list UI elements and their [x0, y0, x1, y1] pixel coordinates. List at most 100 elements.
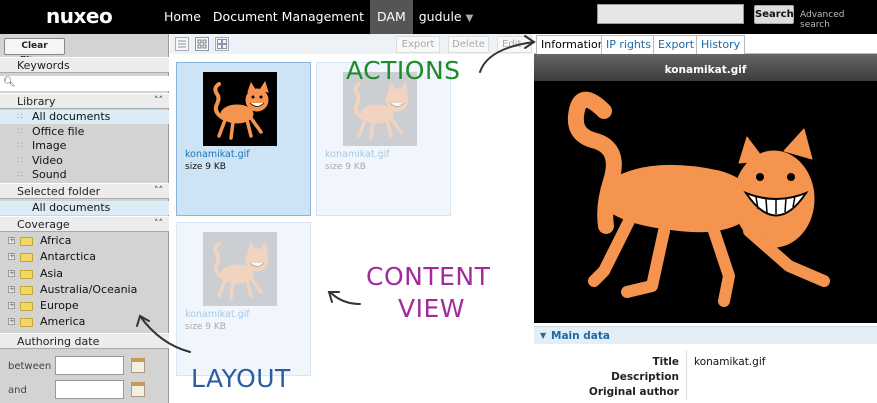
tab-information[interactable]: Information: [536, 35, 610, 54]
nav-document-management[interactable]: Document Management: [207, 0, 370, 34]
collapse-triangle-icon: ▼: [540, 331, 547, 340]
collapse-icon[interactable]: ˄˄: [154, 217, 163, 232]
actions-annotation: ACTIONS: [346, 56, 461, 85]
library-item-label: Image: [32, 139, 67, 152]
selected-folder-item-label: All documents: [32, 201, 111, 214]
nav-dam[interactable]: DAM: [370, 0, 413, 34]
selected-folder-all-documents[interactable]: All documents: [0, 201, 169, 215]
coverage-item-australia-oceania[interactable]: + Australia/Oceania: [0, 282, 169, 298]
between-label: between: [8, 361, 52, 372]
description-label: Description: [611, 371, 679, 383]
folder-icon: [20, 253, 33, 262]
document-title-link[interactable]: konamikat.gif: [325, 149, 390, 160]
coverage-item-label: Europe: [40, 299, 79, 312]
user-name: gudule: [418, 9, 462, 24]
keywords-input[interactable]: 🔍︎: [0, 76, 169, 91]
chevron-down-icon: ▼: [465, 13, 474, 24]
top-bar: nuxeo Home Document Management DAM gudul…: [0, 0, 877, 34]
calendar-icon[interactable]: [131, 382, 145, 397]
date-from-input[interactable]: [55, 356, 124, 375]
search-input[interactable]: [597, 4, 744, 24]
large-grid-layout-icon[interactable]: [215, 37, 229, 51]
library-item-all-documents[interactable]: ∷ All documents: [0, 110, 169, 124]
cat-image: [567, 91, 830, 307]
grid-layout-icon[interactable]: [195, 37, 209, 51]
keywords-label: Keywords: [17, 59, 70, 72]
bullet-icon: ∷: [17, 141, 23, 151]
cat-image: [213, 240, 269, 300]
collapse-icon[interactable]: ˄˄: [154, 184, 163, 199]
original-author-label: Original author: [588, 386, 679, 398]
document-tile[interactable]: konamikat.gif size 9 KB: [176, 222, 311, 376]
document-title-link[interactable]: konamikat.gif: [185, 309, 250, 320]
expand-icon[interactable]: +: [8, 270, 15, 277]
title-label: Title: [652, 356, 679, 368]
main-data-label: Main data: [551, 330, 610, 342]
bullet-icon: ∷: [17, 127, 23, 137]
expand-icon[interactable]: +: [8, 237, 15, 244]
library-item-image[interactable]: ∷ Image: [0, 139, 169, 153]
nav-user-menu[interactable]: gudule ▼: [413, 0, 480, 34]
advanced-search-link[interactable]: Advanced search: [800, 10, 877, 30]
bullet-icon: ∷: [17, 170, 23, 180]
selected-folder-label: Selected folder: [17, 185, 101, 198]
coverage-item-europe[interactable]: + Europe: [0, 298, 169, 314]
calendar-icon[interactable]: [131, 358, 145, 373]
clear-filters-button[interactable]: Clear filters: [4, 38, 65, 66]
export-button[interactable]: Export: [396, 36, 440, 53]
coverage-item-label: America: [40, 315, 86, 328]
delete-button[interactable]: Delete: [448, 36, 489, 53]
authoring-date-header: Authoring date: [0, 333, 169, 349]
info-tabs: Information IP rights Export History: [534, 34, 877, 54]
content-toolbar: Export Delete Edit: [170, 34, 532, 54]
library-header[interactable]: Library ˄˄: [0, 93, 169, 109]
document-size: size 9 KB: [325, 162, 366, 172]
document-thumbnail[interactable]: [203, 72, 277, 146]
nuxeo-logo[interactable]: nuxeo: [46, 4, 113, 28]
document-tile[interactable]: konamikat.gif size 9 KB: [176, 62, 311, 216]
folder-icon: [20, 286, 33, 295]
coverage-item-label: Australia/Oceania: [40, 283, 138, 296]
library-item-office-file[interactable]: ∷ Office file: [0, 125, 169, 139]
selected-folder-header[interactable]: Selected folder ˄˄: [0, 183, 169, 199]
bullet-icon: ∷: [17, 156, 23, 166]
document-size: size 9 KB: [185, 322, 226, 332]
library-item-sound[interactable]: ∷ Sound: [0, 168, 169, 182]
document-size: size 9 KB: [185, 162, 226, 172]
main-data-header[interactable]: ▼ Main data: [534, 326, 877, 344]
date-to-input[interactable]: [55, 380, 124, 399]
coverage-item-label: Antarctica: [40, 250, 97, 263]
coverage-item-america[interactable]: + America: [0, 314, 169, 330]
expand-icon[interactable]: +: [8, 318, 15, 325]
expand-icon[interactable]: +: [8, 302, 15, 309]
content-view-annotation-line2: VIEW: [398, 294, 465, 323]
expand-icon[interactable]: +: [8, 286, 15, 293]
title-value: konamikat.gif: [694, 356, 766, 368]
expand-icon[interactable]: +: [8, 253, 15, 260]
coverage-item-label: Asia: [40, 267, 64, 280]
list-layout-icon[interactable]: [175, 37, 189, 51]
content-view-annotation-line1: CONTENT: [366, 262, 491, 291]
document-thumbnail[interactable]: [203, 232, 277, 306]
coverage-item-africa[interactable]: + Africa: [0, 233, 169, 249]
folder-icon: [20, 237, 33, 246]
nav-home[interactable]: Home: [158, 0, 207, 34]
search-button[interactable]: Search: [754, 5, 794, 24]
coverage-item-label: Africa: [40, 234, 72, 247]
document-title-link[interactable]: konamikat.gif: [185, 149, 250, 160]
document-tile[interactable]: konamikat.gif size 9 KB: [316, 62, 451, 216]
tab-ip-rights[interactable]: IP rights: [601, 35, 656, 54]
main-nav: Home Document Management DAM gudule ▼: [158, 0, 479, 34]
coverage-item-antarctica[interactable]: + Antarctica: [0, 249, 169, 265]
tab-export[interactable]: Export: [653, 35, 700, 54]
library-item-label: Office file: [32, 125, 85, 138]
coverage-header[interactable]: Coverage ˄˄: [0, 216, 169, 232]
library-label: Library: [17, 95, 56, 108]
library-item-video[interactable]: ∷ Video: [0, 154, 169, 168]
collapse-icon[interactable]: ˄˄: [154, 94, 163, 109]
coverage-item-asia[interactable]: + Asia: [0, 266, 169, 282]
layout-annotation: LAYOUT: [191, 364, 291, 393]
folder-icon: [20, 270, 33, 279]
tab-history[interactable]: History: [696, 35, 746, 54]
edit-button[interactable]: Edit: [497, 36, 532, 53]
